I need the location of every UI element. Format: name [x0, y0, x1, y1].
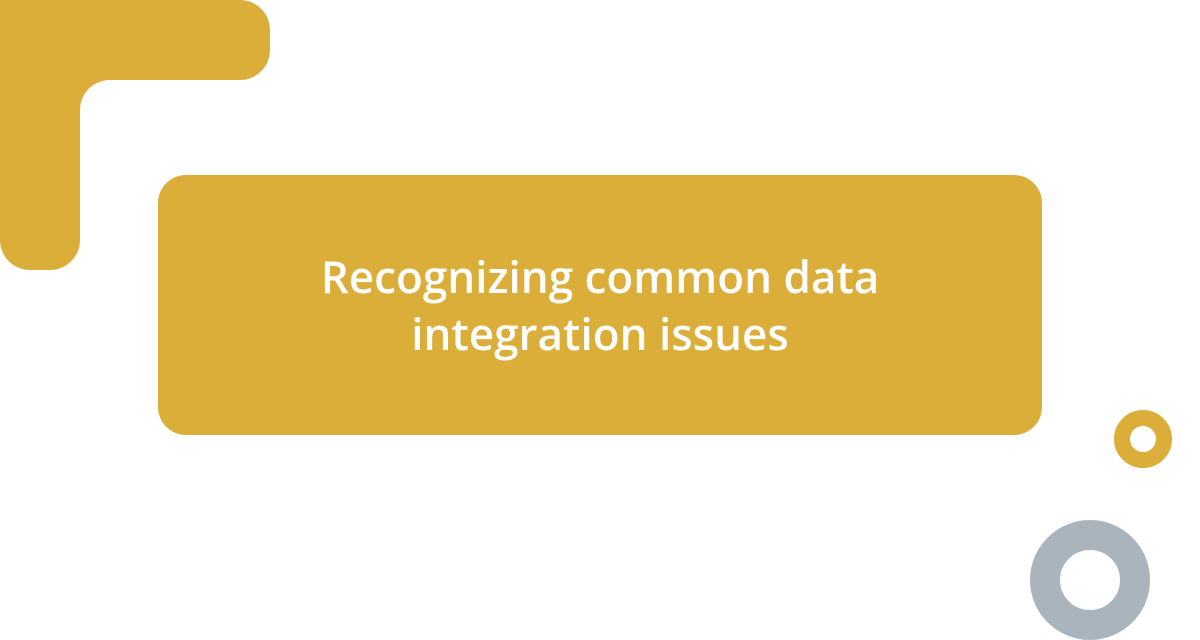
- decorative-ring-large-icon: [1030, 520, 1150, 640]
- page-title: Recognizing common data integration issu…: [238, 248, 962, 362]
- decorative-ring-small-icon: [1114, 410, 1172, 468]
- title-card: Recognizing common data integration issu…: [158, 175, 1042, 435]
